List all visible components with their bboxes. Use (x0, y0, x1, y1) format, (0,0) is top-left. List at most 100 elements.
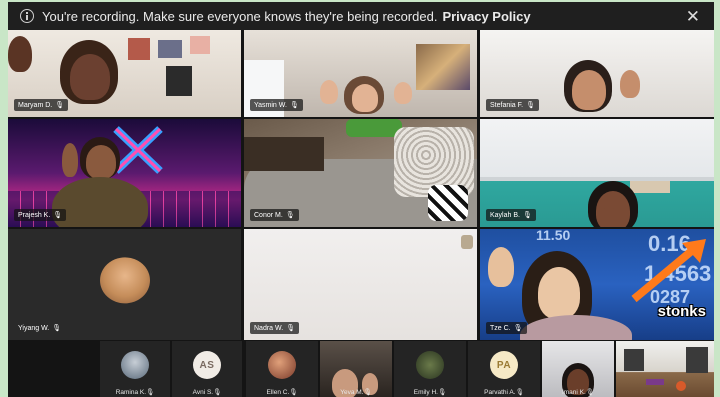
mic-muted-icon: 🎙 (146, 389, 155, 396)
pillow (428, 185, 468, 221)
strip-tile-emily[interactable]: Emily H.🎙 (394, 341, 466, 397)
participant-face (86, 145, 116, 179)
wall-art (128, 38, 150, 60)
table (244, 137, 324, 171)
participant-name: Ellen C.🎙 (266, 389, 298, 396)
participant-name: Parvathi A.🎙 (484, 389, 524, 396)
participant-name: Yeva M.🎙 (340, 389, 372, 396)
mic-muted-icon: 🎙 (526, 102, 535, 109)
wall-art (158, 40, 182, 58)
wall-art (166, 66, 192, 96)
gym-equipment (646, 379, 664, 385)
participant-name: Avni S.🎙 (192, 389, 222, 396)
strip-tile-yeva[interactable]: Yeva M.🎙 (320, 341, 392, 397)
shelf (630, 181, 670, 193)
mic-muted-icon: 🎙 (289, 389, 298, 396)
mic-muted-icon: 🎙 (585, 389, 595, 396)
wall-art (190, 36, 210, 54)
video-tile-yiyang[interactable]: Yiyang W. 🎙 (8, 229, 241, 340)
mic-muted-icon: 🎙 (53, 212, 63, 219)
profile-photo (268, 351, 296, 379)
participant-hand (62, 143, 78, 177)
participant-name: Yasmin W. (254, 102, 287, 109)
profile-photo (416, 351, 444, 379)
participant-body (52, 177, 148, 227)
privacy-policy-link[interactable]: Privacy Policy (442, 9, 530, 24)
video-tile-stefania[interactable]: Stefania F. 🎙 (480, 30, 714, 117)
gym-equipment (676, 381, 686, 391)
mic-muted-icon: 🎙 (513, 325, 523, 332)
nameplate: Nadra W. 🎙 (250, 322, 300, 334)
mic-muted-icon: 🎙 (522, 212, 532, 219)
meeting-window: You're recording. Make sure everyone kno… (8, 2, 714, 397)
participant-face (572, 70, 606, 110)
mic-muted-icon: 🎙 (285, 212, 295, 219)
participant-face (352, 84, 378, 112)
participant-face (538, 267, 580, 319)
participant-hand (320, 80, 338, 104)
video-tile-kaylah[interactable]: Kaylah B. 🎙 (480, 119, 714, 227)
mic-muted-icon: 🎙 (213, 389, 222, 396)
participant-hand (600, 207, 618, 227)
nameplate: Conor M. 🎙 (250, 209, 299, 221)
mic-muted-icon: 🎙 (363, 389, 372, 396)
video-tile-tze[interactable]: 11.50 0.16 1.4563 0287 stonks Tze C. 🎙 (480, 229, 714, 340)
participant-name: Nadra W. (254, 325, 284, 332)
participant-name: Ramina K.🎙 (115, 389, 155, 396)
video-tile-prajesh[interactable]: Prajesh K. 🎙 (8, 119, 241, 227)
nameplate: Kaylah B. 🎙 (486, 209, 536, 221)
participant-name: Tze C. (490, 325, 511, 332)
close-icon[interactable]: ✕ (686, 7, 700, 27)
initials-avatar: PA (490, 351, 518, 379)
gym-equipment (624, 349, 644, 371)
mic-muted-icon: 🎙 (289, 102, 299, 109)
stonks-caption: stonks (657, 303, 706, 320)
stonks-number: 11.50 (536, 229, 571, 243)
participant-face (70, 54, 110, 100)
ceiling-light (461, 235, 473, 249)
strip-tile-avni[interactable]: AS Avni S.🎙 (172, 341, 242, 397)
participant-name: Prajesh K. (18, 212, 51, 219)
video-tile-conor[interactable]: Conor M. 🎙 (244, 119, 477, 227)
profile-photo (99, 256, 150, 303)
shelf (480, 177, 714, 181)
strip-tile-parvathi[interactable]: PA Parvathi A.🎙 (468, 341, 540, 397)
stonks-arrow (631, 239, 706, 303)
info-icon (20, 9, 34, 23)
mic-muted-icon: 🎙 (437, 389, 447, 396)
nameplate: Stefania F. 🎙 (486, 99, 539, 111)
participant-hand (394, 82, 412, 104)
strip-tile-imani[interactable]: Imani K.🎙 (542, 341, 614, 397)
participant-name: Emily H.🎙 (413, 389, 447, 396)
mic-muted-icon: 🎙 (515, 389, 524, 396)
profile-photo (121, 351, 149, 379)
participant-name: Yiyang W. (18, 325, 50, 332)
video-tile-maryam[interactable]: Maryam D. 🎙 (8, 30, 241, 117)
video-tile-nadra[interactable]: Nadra W. 🎙 (244, 229, 477, 340)
participant-hand (488, 247, 514, 287)
participant-hand (8, 36, 32, 72)
participant-name: Stefania F. (490, 102, 524, 109)
participant-name: Kaylah B. (490, 212, 520, 219)
nameplate: Tze C. 🎙 (486, 322, 527, 334)
mic-muted-icon: 🎙 (55, 102, 65, 109)
recording-message: You're recording. Make sure everyone kno… (42, 8, 438, 24)
mic-muted-icon: 🎙 (286, 325, 296, 332)
strip-tile-ellen[interactable]: Ellen C.🎙 (246, 341, 318, 397)
strip-tile-ramina[interactable]: Ramina K.🎙 (100, 341, 170, 397)
participant-hand (620, 70, 640, 98)
nameplate: Yasmin W. 🎙 (250, 99, 303, 111)
nameplate: Yiyang W. 🎙 (14, 322, 65, 334)
recording-banner: You're recording. Make sure everyone kno… (8, 2, 714, 30)
poster (416, 44, 470, 90)
gym-equipment (686, 347, 708, 373)
participant-name: Maryam D. (18, 102, 53, 109)
participant-name: Conor M. (254, 212, 283, 219)
mic-muted-icon: 🎙 (52, 325, 62, 332)
nameplate: Prajesh K. 🎙 (14, 209, 67, 221)
video-tile-yasmin[interactable]: Yasmin W. 🎙 (244, 30, 477, 117)
strip-tile-gym[interactable] (616, 341, 714, 397)
participant-name: Imani K.🎙 (561, 389, 595, 396)
initials-avatar: AS (193, 351, 221, 379)
nameplate: Maryam D. 🎙 (14, 99, 69, 111)
